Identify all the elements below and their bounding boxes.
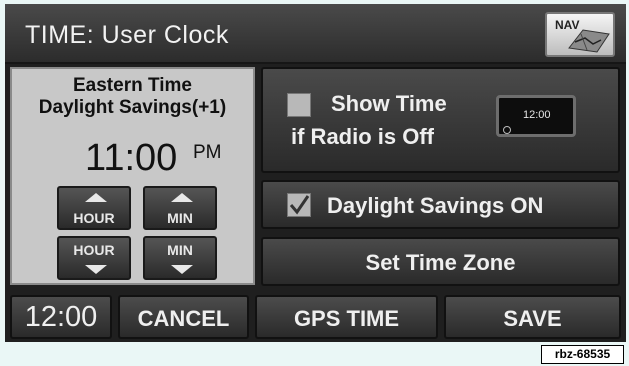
arrow-up-icon xyxy=(85,193,107,202)
time-format-label: 12:00 xyxy=(24,301,98,333)
show-time-label: Show Time xyxy=(331,91,447,116)
radio-clock-preview: 12:00 xyxy=(496,95,576,137)
min-up-button[interactable]: MIN xyxy=(143,186,217,230)
clock-panel: Eastern Time Daylight Savings(+1) 11:00 … xyxy=(10,67,255,285)
cancel-label: CANCEL xyxy=(137,306,230,331)
power-dot-icon xyxy=(503,126,511,134)
preview-time: 12:00 xyxy=(523,109,551,121)
hour-up-label: HOUR xyxy=(73,210,115,226)
title-bar: TIME: User Clock NAV xyxy=(5,4,626,64)
arrow-down-icon xyxy=(85,265,107,274)
daylight-savings-checkbox[interactable] xyxy=(287,193,311,217)
map-icon xyxy=(568,29,610,53)
save-label: SAVE xyxy=(503,306,562,331)
clock-time: 11:00 xyxy=(85,137,178,179)
gps-time-button[interactable]: GPS TIME xyxy=(255,295,438,339)
page-title: TIME: User Clock xyxy=(25,21,229,49)
show-time-sublabel: if Radio is Off xyxy=(291,124,434,149)
arrow-up-icon xyxy=(171,193,193,202)
cancel-button[interactable]: CANCEL xyxy=(118,295,249,339)
gps-time-label: GPS TIME xyxy=(293,306,400,331)
reference-code: rbz-68535 xyxy=(541,345,624,364)
hour-down-button[interactable]: HOUR xyxy=(57,236,131,280)
set-time-zone-label: Set Time Zone xyxy=(365,250,516,275)
show-time-option[interactable]: Show Time if Radio is Off 12:00 xyxy=(261,67,620,173)
arrow-down-icon xyxy=(171,265,193,274)
save-button[interactable]: SAVE xyxy=(444,295,621,339)
radio-screen: TIME: User Clock NAV Eastern Time Daylig… xyxy=(5,4,626,342)
time-zone-name: Eastern Time xyxy=(73,75,192,96)
show-time-checkbox[interactable] xyxy=(287,93,311,117)
min-up-label: MIN xyxy=(167,210,193,226)
check-icon xyxy=(289,195,310,215)
hour-up-button[interactable]: HOUR xyxy=(57,186,131,230)
set-time-zone-button[interactable]: Set Time Zone xyxy=(261,237,620,286)
min-down-label: MIN xyxy=(167,242,193,258)
daylight-offset-label: Daylight Savings(+1) xyxy=(38,97,227,118)
daylight-savings-toggle[interactable]: Daylight Savings ON xyxy=(261,180,620,229)
hour-down-label: HOUR xyxy=(73,242,115,258)
clock-ampm: PM xyxy=(193,142,222,163)
min-down-button[interactable]: MIN xyxy=(143,236,217,280)
daylight-savings-label: Daylight Savings ON xyxy=(327,193,544,218)
nav-button[interactable]: NAV xyxy=(545,12,615,57)
time-format-button[interactable]: 12:00 xyxy=(10,295,112,339)
